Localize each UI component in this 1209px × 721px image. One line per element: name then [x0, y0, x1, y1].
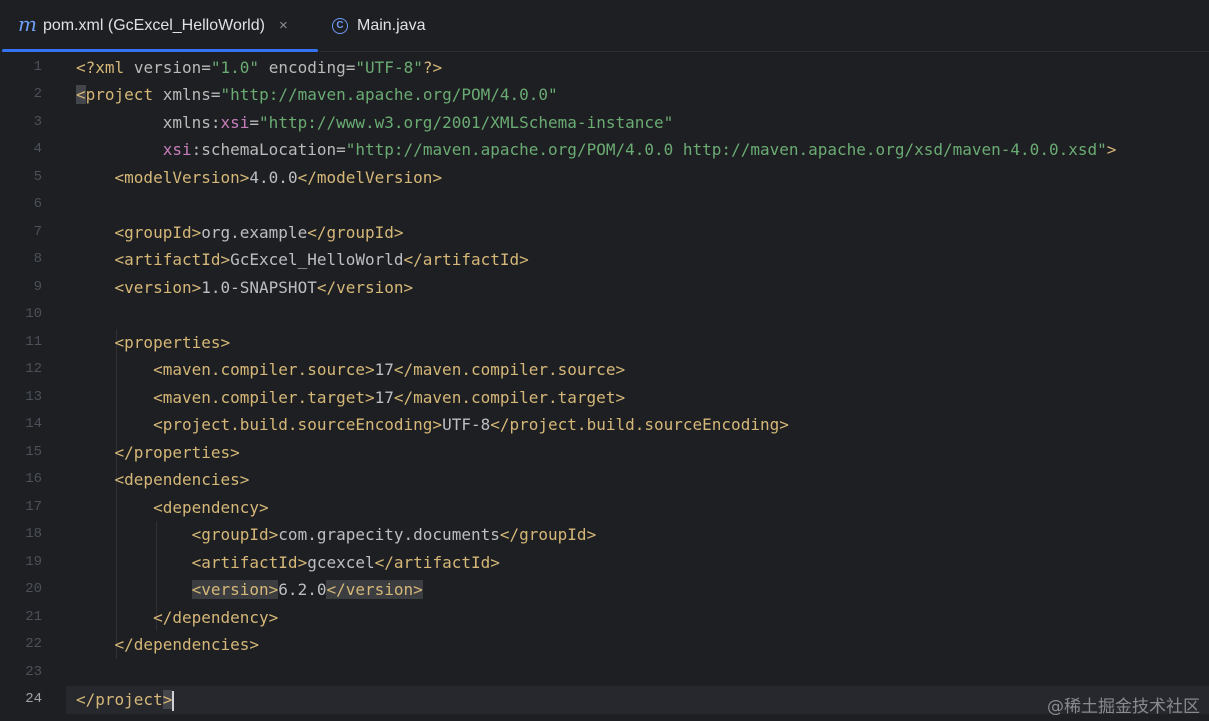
code-line[interactable]: <dependency>	[76, 494, 269, 522]
line-number: 4	[33, 141, 42, 157]
line-number: 22	[25, 636, 42, 652]
code-line[interactable]: <version>1.0-SNAPSHOT</version>	[76, 274, 414, 302]
java-class-icon: C	[332, 17, 348, 34]
code-line[interactable]: </dependencies>	[76, 631, 260, 659]
tab-pom-xml[interactable]: m pom.xml (GcExcel_HelloWorld) ×	[2, 0, 318, 52]
line-number: 11	[25, 333, 42, 350]
line-number: 23	[25, 663, 42, 680]
code-line[interactable]: <project.build.sourceEncoding>UTF-8</pro…	[76, 411, 789, 439]
line-number: 13	[25, 388, 42, 405]
code-line[interactable]: <groupId>org.example</groupId>	[76, 219, 404, 247]
tab-main-java[interactable]: C Main.java	[330, 0, 425, 51]
tab-label: Main.java	[357, 16, 426, 34]
line-number: 8	[33, 251, 42, 267]
line-number: 12	[25, 361, 42, 377]
line-number: 24	[25, 691, 42, 707]
editor-tab-bar: m pom.xml (GcExcel_HelloWorld) × C Main.…	[0, 0, 1209, 52]
code-line[interactable]: <properties>	[76, 329, 231, 357]
code-line[interactable]: <project xmlns="http://maven.apache.org/…	[76, 81, 558, 109]
line-number: 19	[25, 553, 42, 570]
code-line[interactable]: <version>6.2.0</version>	[76, 576, 423, 604]
code-line[interactable]: <artifactId>gcexcel</artifactId>	[76, 549, 500, 577]
line-number: 17	[25, 498, 42, 515]
maven-m-icon: m	[18, 11, 37, 36]
line-number: 7	[33, 223, 42, 240]
watermark: @稀土掘金技术社区	[1047, 697, 1200, 717]
code-line[interactable]: </project>	[76, 686, 175, 714]
code-line[interactable]: <groupId>com.grapecity.documents</groupI…	[76, 521, 597, 549]
line-number-gutter: 1 2 3 4 5 6 7 8 9 10 11 12 13 14 15 16 17 18 19 20 21 22 23 24	[0, 52, 66, 721]
close-icon[interactable]: ×	[279, 18, 288, 33]
tab-label: pom.xml (GcExcel_HelloWorld)	[42, 16, 265, 34]
code-editor[interactable]: 1 2 3 4 5 6 7 8 9 10 11 12 13 14 15 16 17 18 19 20 21 22 23 24 …	[0, 52, 1209, 721]
line-number: 2	[33, 86, 42, 102]
line-number: 5	[33, 168, 42, 185]
code-line[interactable]: <maven.compiler.target>17</maven.compile…	[76, 384, 625, 412]
code-line[interactable]: <maven.compiler.source>17</maven.compile…	[76, 356, 625, 384]
line-number: 9	[33, 278, 42, 295]
line-number: 18	[25, 526, 42, 542]
line-number: 6	[33, 196, 42, 212]
line-number: 3	[33, 113, 42, 130]
line-number: 20	[25, 581, 42, 597]
code-area[interactable]: <?xml version="1.0" encoding="UTF-8"?> <p…	[66, 52, 1209, 721]
line-number: 16	[25, 471, 42, 487]
line-number: 21	[25, 608, 42, 625]
code-line[interactable]: <artifactId>GcExcel_HelloWorld</artifact…	[76, 246, 529, 274]
code-line[interactable]: </properties>	[76, 439, 240, 467]
code-line[interactable]: <modelVersion>4.0.0</modelVersion>	[76, 164, 443, 192]
code-line[interactable]: </dependency>	[76, 604, 278, 632]
line-number: 1	[33, 58, 42, 75]
line-number: 10	[25, 306, 42, 322]
code-line[interactable]: <dependencies>	[76, 466, 250, 494]
line-number: 15	[25, 443, 42, 460]
code-line[interactable]: xsi:schemaLocation="http://maven.apache.…	[76, 136, 1117, 164]
code-line[interactable]: <?xml version="1.0" encoding="UTF-8"?>	[76, 54, 442, 82]
code-line[interactable]: xmlns:xsi="http://www.w3.org/2001/XMLSch…	[76, 109, 674, 137]
text-caret	[172, 690, 175, 711]
line-number: 14	[25, 416, 42, 432]
